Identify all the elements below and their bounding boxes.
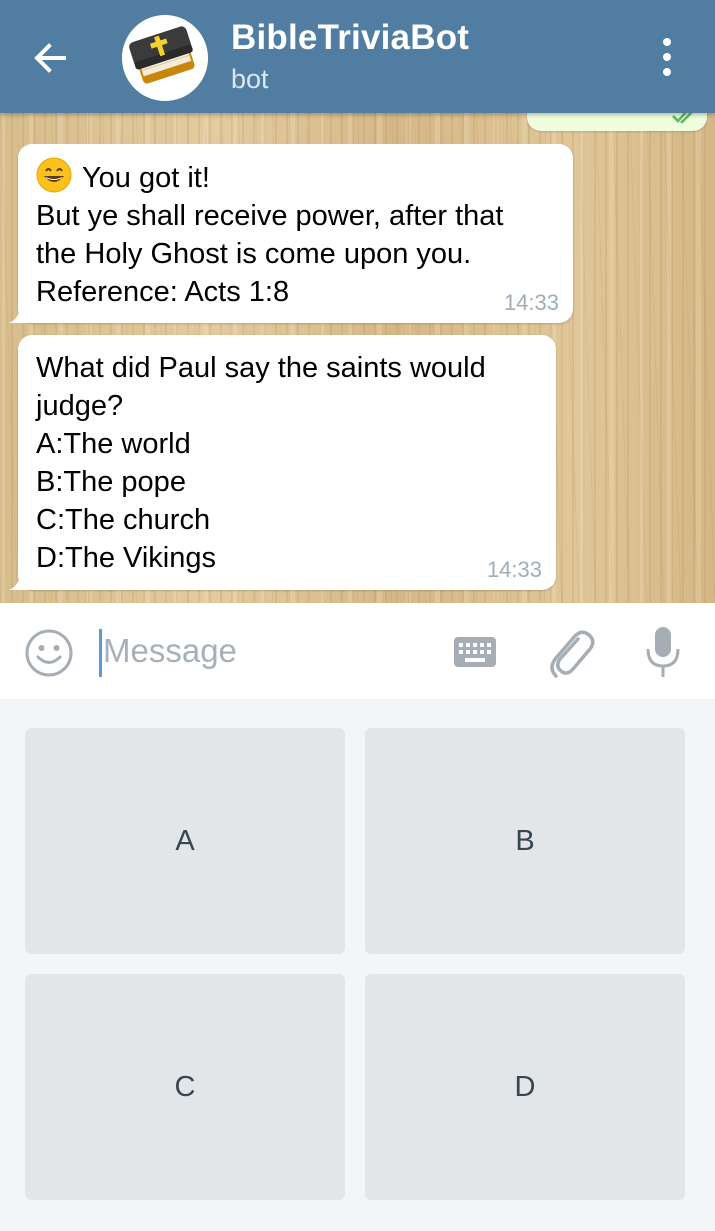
reply-button-b[interactable]: B [365, 728, 685, 954]
message-time: 14:33 [486, 557, 542, 582]
message-bubble[interactable]: You got it! But ye shall receive power, … [9, 144, 573, 323]
bot-keyboard-button[interactable] [453, 636, 497, 668]
text-caret [99, 629, 102, 677]
voice-message-button[interactable] [645, 624, 681, 680]
reply-button-d[interactable]: D [365, 974, 685, 1200]
outgoing-message-bubble[interactable] [527, 113, 707, 131]
chat-header: BibleTriviaBot bot [0, 0, 715, 113]
chat-subtitle: bot [231, 64, 269, 94]
message-text: What did Paul say the saints would [36, 352, 486, 384]
bot-avatar[interactable] [122, 15, 208, 101]
message-text: judge? [36, 390, 124, 422]
reply-button-a[interactable]: A [25, 728, 345, 954]
reply-button-c[interactable]: C [25, 974, 345, 1200]
message-text: D:The Vikings [36, 542, 216, 574]
chat-history[interactable]: You got it! But ye shall receive power, … [0, 113, 715, 603]
microphone-icon [646, 627, 680, 677]
message-bubble[interactable]: What did Paul say the saints would judge… [9, 335, 556, 590]
message-text: A:The world [36, 428, 191, 460]
message-text: But ye shall receive power, after that [36, 200, 504, 232]
message-text: Reference: Acts 1:8 [36, 276, 290, 308]
message-time: 14:33 [503, 290, 559, 315]
bot-reply-keyboard: A B C D [0, 699, 715, 1231]
back-button[interactable] [28, 36, 72, 80]
message-text: You got it! [82, 162, 210, 194]
bubble-tail [9, 305, 29, 323]
more-options-button[interactable] [650, 34, 684, 80]
message-composer [0, 603, 715, 699]
message-input[interactable] [103, 623, 423, 679]
attach-button[interactable] [544, 625, 596, 681]
message-text: B:The pope [36, 466, 186, 498]
bible-icon [122, 15, 208, 101]
message-text: C:The church [36, 504, 211, 536]
keyboard-icon [454, 637, 496, 667]
paperclip-icon [550, 630, 595, 678]
arrow-back-icon [34, 43, 66, 73]
double-check-icon [672, 113, 693, 124]
message-text: the Holy Ghost is come upon you. [36, 238, 472, 270]
more-vertical-icon [663, 38, 671, 76]
bubble-tail [9, 572, 29, 590]
chat-title[interactable]: BibleTriviaBot [231, 18, 469, 58]
smiley-icon [25, 629, 73, 677]
emoji-button[interactable] [24, 628, 74, 678]
grinning-face-icon [36, 157, 72, 193]
